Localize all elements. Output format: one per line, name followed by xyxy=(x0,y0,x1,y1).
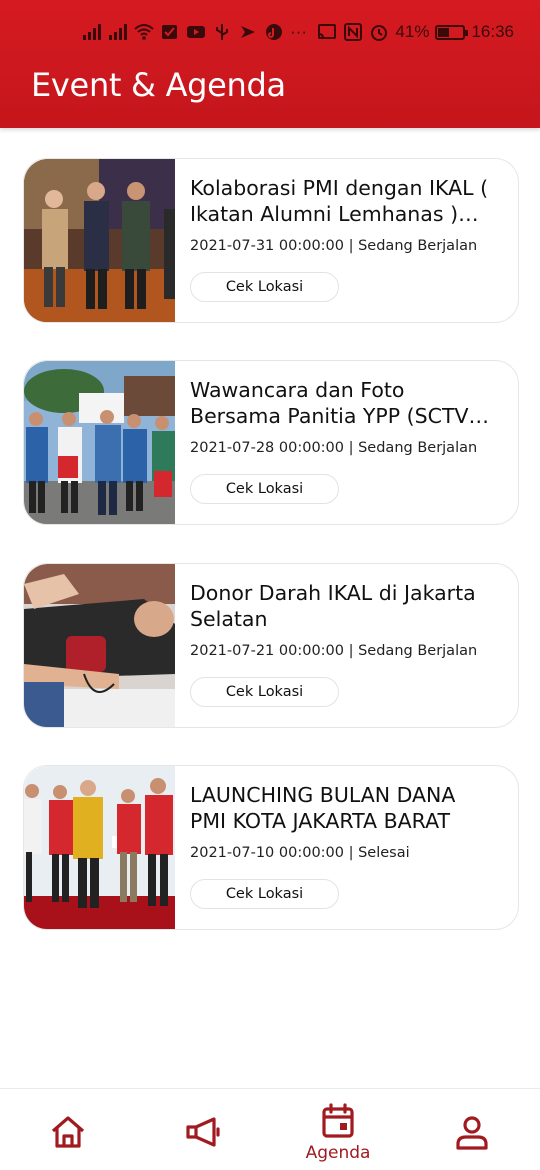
signal-icon xyxy=(109,24,127,40)
signal-icon xyxy=(83,24,101,40)
event-title: LAUNCHING BULAN DANA PMI KOTA JAKARTA BA… xyxy=(190,783,456,833)
cek-lokasi-button[interactable]: Cek Lokasi xyxy=(190,879,339,909)
usb-icon xyxy=(216,24,228,40)
battery-percent: 41% xyxy=(395,22,430,41)
app-header: ··· 41% 16:36 Event & Agenda xyxy=(0,0,540,128)
calendar-icon xyxy=(322,1103,354,1138)
event-card[interactable]: Kolaborasi PMI dengan IKAL ( Ikatan Alum… xyxy=(23,158,519,323)
user-icon xyxy=(456,1116,488,1150)
clock: 16:36 xyxy=(471,22,514,41)
cast-icon xyxy=(318,24,337,39)
megaphone-icon xyxy=(186,1117,220,1147)
event-date-status: 2021-07-28 00:00:00 | Sedang Berjalan xyxy=(190,440,478,456)
bottom-navigation: Agenda xyxy=(0,1088,540,1170)
nav-agenda[interactable]: Agenda xyxy=(288,1089,388,1170)
home-icon xyxy=(51,1116,85,1148)
more-notifications-indicator: ··· xyxy=(290,22,307,41)
app-notification-icon xyxy=(241,26,255,38)
event-thumbnail xyxy=(24,564,175,727)
event-thumbnail xyxy=(24,361,175,524)
event-card[interactable]: Donor Darah IKAL di Jakarta Selatan 2021… xyxy=(23,563,519,728)
event-title: Kolaborasi PMI dengan IKAL ( Ikatan Alum… xyxy=(190,176,489,226)
event-thumbnail xyxy=(24,159,175,322)
cek-lokasi-button[interactable]: Cek Lokasi xyxy=(190,677,339,707)
event-title: Donor Darah IKAL di Jakarta Selatan xyxy=(190,581,476,631)
check-box-icon xyxy=(162,25,177,39)
status-bar: ··· 41% 16:36 xyxy=(0,18,540,48)
event-date-status: 2021-07-21 00:00:00 | Sedang Berjalan xyxy=(190,643,478,659)
nav-profile[interactable] xyxy=(422,1089,522,1170)
nav-home[interactable] xyxy=(18,1089,118,1170)
nav-announcements[interactable] xyxy=(153,1089,253,1170)
youtube-icon xyxy=(187,26,205,38)
cek-lokasi-button[interactable]: Cek Lokasi xyxy=(190,272,339,302)
event-date-status: 2021-07-31 00:00:00 | Sedang Berjalan xyxy=(190,238,478,254)
event-thumbnail xyxy=(24,766,175,929)
wifi-icon xyxy=(134,24,154,40)
tiktok-icon xyxy=(266,24,282,40)
battery-icon xyxy=(435,24,469,40)
nfc-icon xyxy=(344,23,363,41)
event-card[interactable]: LAUNCHING BULAN DANA PMI KOTA JAKARTA BA… xyxy=(23,765,519,930)
event-title: Wawancara dan Foto Bersama Panitia YPP (… xyxy=(190,378,477,428)
page-title: Event & Agenda xyxy=(31,66,286,104)
event-card[interactable]: Wawancara dan Foto Bersama Panitia YPP (… xyxy=(23,360,519,525)
event-date-status: 2021-07-10 00:00:00 | Selesai xyxy=(190,845,410,861)
nav-agenda-label: Agenda xyxy=(305,1143,371,1163)
alarm-icon xyxy=(371,25,388,41)
cek-lokasi-button[interactable]: Cek Lokasi xyxy=(190,474,339,504)
